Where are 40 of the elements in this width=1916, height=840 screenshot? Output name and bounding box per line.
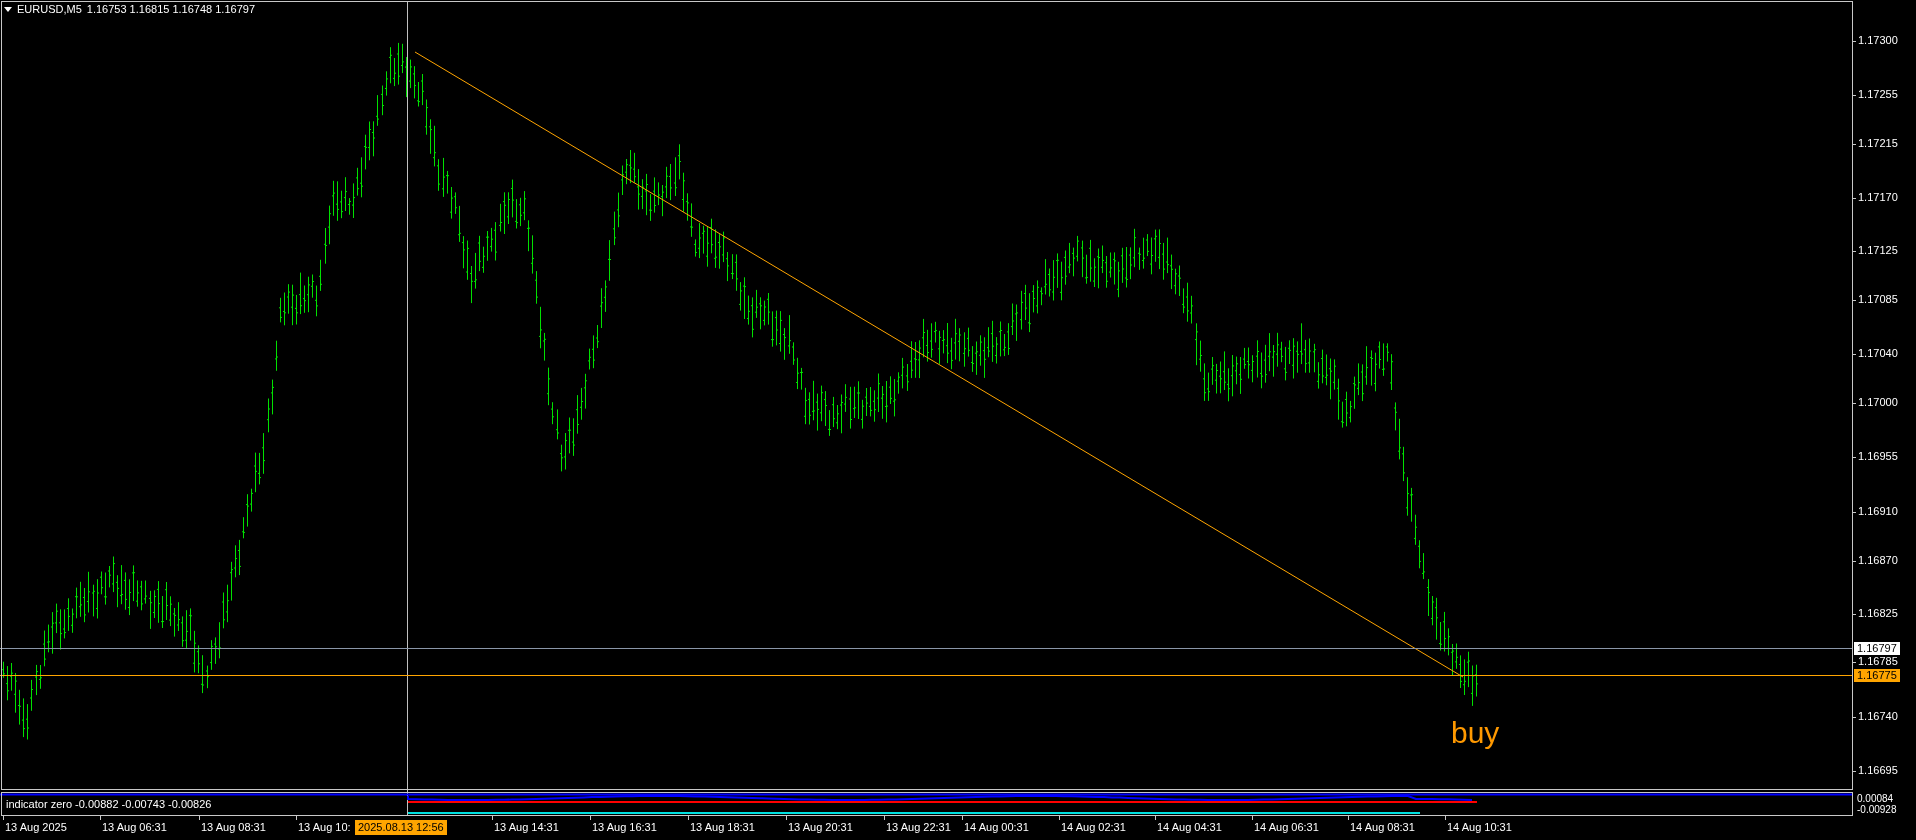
price-label: 1.17170 <box>1858 192 1898 203</box>
dropdown-icon[interactable] <box>4 7 12 12</box>
price-label: 1.16695 <box>1858 765 1898 776</box>
time-label: 14 Aug 08:31 <box>1350 822 1415 833</box>
indicator-axis-label: 0.00084 <box>1857 794 1894 804</box>
time-label: 13 Aug 08:31 <box>201 822 266 833</box>
time-label: 14 Aug 04:31 <box>1157 822 1222 833</box>
price-label: 1.17125 <box>1858 245 1898 256</box>
time-label: 13 Aug 18:31 <box>690 822 755 833</box>
price-label: 1.17040 <box>1858 348 1898 359</box>
indicator-title: indicator zero -0.00882 -0.00743 -0.00826 <box>6 799 212 810</box>
time-label: 13 Aug 20:31 <box>788 822 853 833</box>
price-marker: 1.16797 <box>1854 642 1900 655</box>
time-label: 13 Aug 14:31 <box>494 822 559 833</box>
time-label: 14 Aug 10:31 <box>1447 822 1512 833</box>
price-label: 1.16785 <box>1858 656 1898 667</box>
crosshair-time-label: 2025.08.13 12:56 <box>355 820 447 835</box>
price-label: 1.16740 <box>1858 711 1898 722</box>
price-label: 1.16870 <box>1858 555 1898 566</box>
price-label: 1.16955 <box>1858 451 1898 462</box>
time-label: 13 Aug 06:31 <box>102 822 167 833</box>
time-label: 14 Aug 06:31 <box>1254 822 1319 833</box>
price-label: 1.17300 <box>1858 35 1898 46</box>
price-label: 1.16825 <box>1858 608 1898 619</box>
price-label: 1.17255 <box>1858 89 1898 100</box>
time-label: 13 Aug 10: <box>298 822 351 833</box>
signal-label: buy <box>1451 718 1500 748</box>
time-label: 14 Aug 02:31 <box>1061 822 1126 833</box>
time-label: 13 Aug 2025 <box>5 822 67 833</box>
time-label: 13 Aug 22:31 <box>886 822 951 833</box>
ohlc-values: 1.16753 1.16815 1.16748 1.16797 <box>86 4 255 15</box>
symbol-label: EURUSD,M5 <box>17 4 82 15</box>
price-label: 1.17000 <box>1858 397 1898 408</box>
time-label: 14 Aug 00:31 <box>964 822 1029 833</box>
price-marker: 1.16775 <box>1854 669 1900 682</box>
indicator-axis-label: -0.00928 <box>1857 805 1897 815</box>
price-label: 1.17215 <box>1858 138 1898 149</box>
price-label: 1.17085 <box>1858 294 1898 305</box>
price-label: 1.16910 <box>1858 506 1898 517</box>
time-label: 13 Aug 16:31 <box>592 822 657 833</box>
